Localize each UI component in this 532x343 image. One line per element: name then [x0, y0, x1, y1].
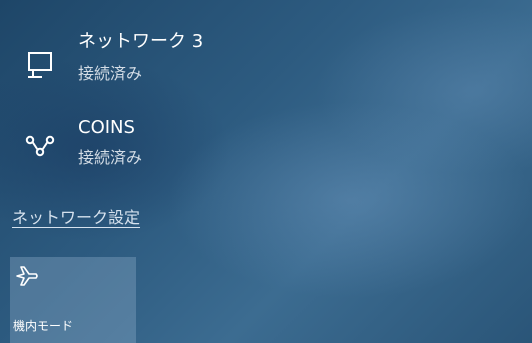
- network-flyout: ネットワーク 3 接続済み COINS 接続済み ネットワーク設定 機内モード: [0, 0, 532, 343]
- network-name: ネットワーク 3: [78, 31, 204, 52]
- airplane-mode-toggle[interactable]: 機内モード: [10, 257, 136, 343]
- airplane-mode-label: 機内モード: [13, 319, 74, 333]
- network-item-dialup[interactable]: COINS 接続済み: [0, 104, 532, 184]
- network-settings-link[interactable]: ネットワーク設定: [12, 206, 140, 230]
- dialup-network-icon: [22, 126, 58, 162]
- airplane-icon: [14, 263, 40, 289]
- network-name: COINS: [78, 117, 135, 138]
- wired-network-icon: [22, 48, 58, 84]
- network-status: 接続済み: [78, 64, 143, 83]
- network-status: 接続済み: [78, 148, 143, 167]
- network-item-ethernet[interactable]: ネットワーク 3 接続済み: [0, 18, 532, 98]
